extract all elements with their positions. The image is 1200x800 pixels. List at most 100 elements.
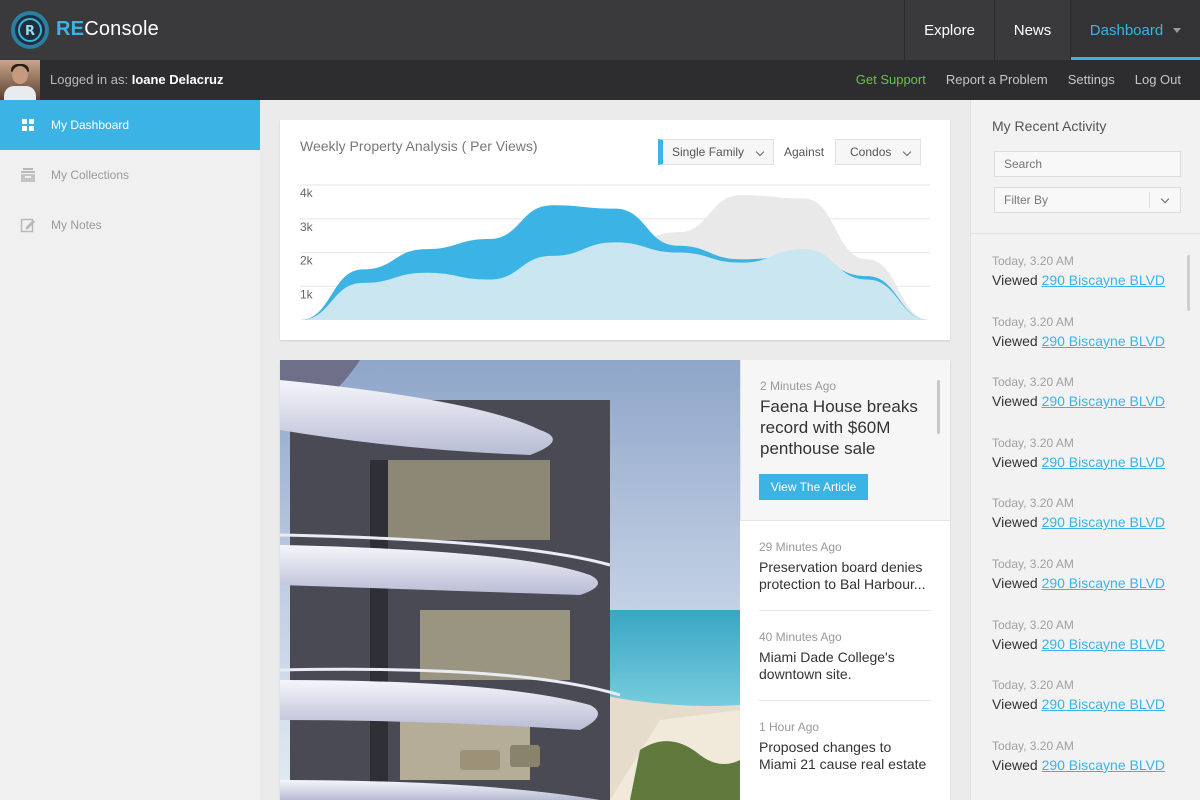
activity-action: Viewed [992, 514, 1038, 531]
activity-time: Today, 3.20 AM [992, 617, 1074, 632]
activity-property-link[interactable]: 290 Biscayne BLVD [1042, 636, 1165, 652]
activity-filter-select[interactable]: Filter By [994, 187, 1181, 213]
nav-explore[interactable]: Explore [904, 0, 994, 60]
user-links: Get Support Report a Problem Settings Lo… [856, 72, 1181, 87]
activity-action: Viewed [992, 756, 1038, 773]
avatar-shirt [4, 86, 36, 100]
activity-time: Today, 3.20 AM [992, 496, 1074, 511]
activity-text: Viewed 290 Biscayne BLVD [992, 696, 1182, 712]
caret-down-icon [1173, 27, 1182, 33]
news-item[interactable]: 40 Minutes Ago Miami Dade College's down… [759, 611, 931, 701]
activity-action: Viewed [992, 453, 1038, 470]
divider [971, 233, 1200, 234]
y-tick-label: 4k [300, 186, 314, 200]
inbox-icon [21, 168, 35, 182]
chevron-down-icon [1160, 194, 1170, 204]
activity-property-link[interactable]: 290 Biscayne BLVD [1042, 333, 1165, 349]
view-article-button[interactable]: View The Article [759, 474, 868, 500]
activity-text: Viewed 290 Biscayne BLVD [992, 333, 1182, 349]
nav-dashboard[interactable]: Dashboard [1070, 0, 1200, 60]
news-headline-line: downtown site. [759, 666, 852, 682]
news-headline: Faena House breaks record with $60M pent… [760, 397, 918, 458]
news-item[interactable]: 1 Hour Ago Proposed changes to Miami 21 … [759, 701, 931, 791]
user-bar: Logged in as: Ioane Delacruz Get Support… [0, 60, 1200, 100]
activity-item: Today, 3.20 AM Viewed 290 Biscayne BLVD [992, 496, 1182, 530]
activity-property-link[interactable]: 290 Biscayne BLVD [1042, 757, 1165, 773]
top-bar: R REConsole Explore News Dashboard [0, 0, 1200, 60]
activity-time: Today, 3.20 AM [992, 557, 1074, 571]
activity-scrollbar[interactable] [1187, 255, 1190, 311]
avatar-face [12, 66, 28, 84]
report-problem-link[interactable]: Report a Problem [946, 72, 1048, 87]
activity-text: Viewed 290 Biscayne BLVD [992, 514, 1182, 530]
activity-item: Today, 3.20 AM Viewed 290 Biscayne BLVD [992, 254, 1182, 288]
news-item-featured[interactable]: 2 Minutes Ago Faena House breaks record … [740, 360, 950, 521]
activity-property-link[interactable]: 290 Biscayne BLVD [1042, 514, 1165, 530]
news-time: 40 Minutes Ago [759, 630, 842, 644]
sidebar: My Dashboard My Collections My Notes [0, 100, 260, 800]
news-scrollbar[interactable] [937, 380, 940, 434]
logout-link[interactable]: Log Out [1135, 72, 1181, 87]
activity-property-link[interactable]: 290 Biscayne BLVD [1042, 272, 1165, 288]
sidebar-item-label: My Notes [51, 218, 102, 232]
main-nav: Explore News Dashboard [904, 0, 1200, 60]
news-item[interactable]: 29 Minutes Ago Preservation board denies… [759, 521, 931, 611]
news-headline-line: protection to Bal Harbour... [759, 576, 926, 592]
activity-time: Today, 3.20 AM [992, 375, 1074, 390]
get-support-link[interactable]: Get Support [856, 72, 926, 87]
sidebar-item-my-collections[interactable]: My Collections [0, 150, 260, 200]
news-headline: Miami Dade College's downtown site. [759, 649, 935, 683]
nav-news[interactable]: News [994, 0, 1070, 60]
brand-prefix: RE [56, 18, 85, 40]
news-headline-line: Preservation board denies [759, 559, 923, 575]
y-tick-label: 2k [300, 254, 314, 268]
activity-item: Today, 3.20 AM Viewed 290 Biscayne BLVD [992, 739, 1182, 773]
activity-item: Today, 3.20 AM Viewed 290 Biscayne BLVD [992, 618, 1182, 652]
logged-in-prefix: Logged in as: [50, 72, 129, 87]
activity-time: Today, 3.20 AM [992, 314, 1074, 329]
activity-action: Viewed [992, 272, 1038, 288]
activity-text: Viewed 290 Biscayne BLVD [992, 757, 1182, 773]
activity-property-link[interactable]: 290 Biscayne BLVD [1042, 696, 1165, 712]
logo-icon[interactable]: R [10, 10, 50, 50]
activity-action: Viewed [992, 332, 1038, 349]
filter-divider [1149, 192, 1150, 208]
activity-item: Today, 3.20 AM Viewed 290 Biscayne BLVD [992, 557, 1182, 591]
activity-text: Viewed 290 Biscayne BLVD [992, 575, 1182, 591]
activity-property-link[interactable]: 290 Biscayne BLVD [1042, 575, 1165, 591]
activity-text: Viewed 290 Biscayne BLVD [992, 272, 1182, 288]
avatar[interactable] [0, 60, 40, 100]
news-headline: Preservation board denies protection to … [759, 559, 935, 593]
news-card: 2 Minutes Ago Faena House breaks record … [280, 360, 950, 800]
area-chart: 4k 3k 2k 1k [300, 184, 930, 320]
sidebar-item-label: My Collections [51, 168, 130, 182]
brand-name[interactable]: REConsole [56, 18, 159, 41]
news-headline-line: Miami 21 cause real estate [759, 756, 927, 772]
activity-item: Today, 3.20 AM Viewed 290 Biscayne BLVD [992, 678, 1182, 712]
news-time: 29 Minutes Ago [759, 540, 842, 554]
activity-text: Viewed 290 Biscayne BLVD [992, 393, 1182, 409]
activity-search-input[interactable] [994, 151, 1181, 177]
activity-item: Today, 3.20 AM Viewed 290 Biscayne BLVD [992, 436, 1182, 470]
activity-time: Today, 3.20 AM [992, 435, 1074, 450]
chart-card: Weekly Property Analysis ( Per Views) Si… [280, 120, 950, 340]
news-headline: Proposed changes to Miami 21 cause real … [759, 739, 935, 773]
activity-property-link[interactable]: 290 Biscayne BLVD [1042, 454, 1165, 470]
filter-label: Filter By [1004, 193, 1049, 207]
activity-title: My Recent Activity [992, 118, 1107, 134]
recent-activity-panel: My Recent Activity Filter By Today, 3.20… [970, 100, 1200, 800]
activity-action: Viewed [992, 393, 1038, 410]
sidebar-item-my-dashboard[interactable]: My Dashboard [0, 100, 260, 150]
logged-in-text: Logged in as: Ioane Delacruz [50, 72, 223, 87]
property-photo[interactable] [280, 360, 740, 800]
news-headline-line: Miami Dade College's [759, 649, 895, 665]
sidebar-item-my-notes[interactable]: My Notes [0, 200, 260, 250]
activity-time: Today, 3.20 AM [992, 678, 1074, 693]
news-time: 1 Hour Ago [759, 720, 820, 734]
settings-link[interactable]: Settings [1068, 72, 1115, 87]
activity-property-link[interactable]: 290 Biscayne BLVD [1042, 393, 1165, 409]
activity-time: Today, 3.20 AM [992, 254, 1074, 268]
y-tick-label: 1k [300, 287, 314, 301]
grid-icon [22, 119, 34, 131]
activity-text: Viewed 290 Biscayne BLVD [992, 454, 1182, 470]
